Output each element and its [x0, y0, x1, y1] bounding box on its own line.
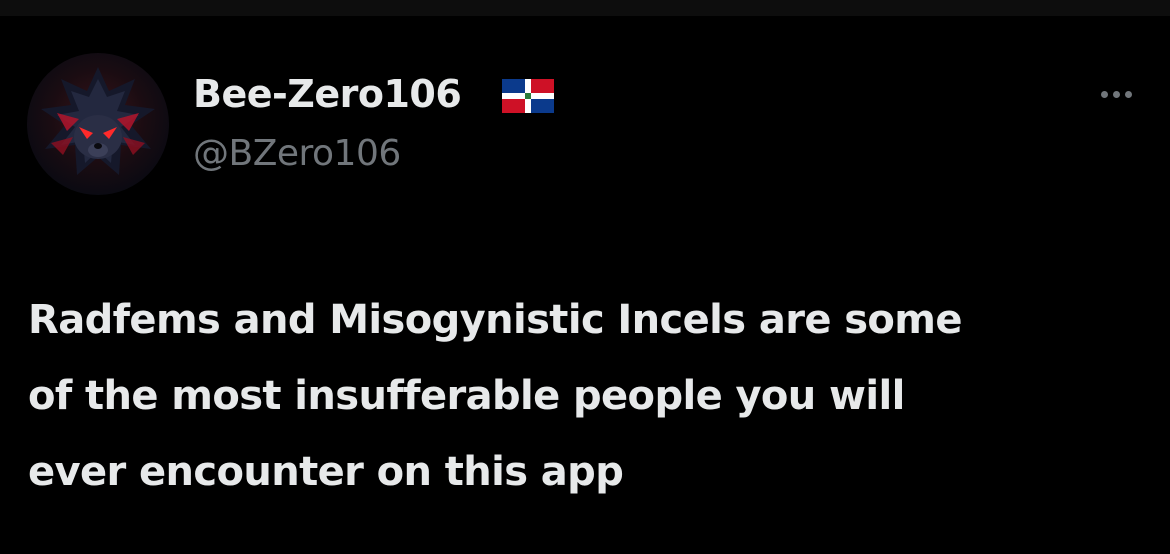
tweet-text: Radfems and Misogynistic Incels are some…: [28, 282, 1148, 510]
more-horizontal-icon: [1124, 90, 1132, 98]
more-horizontal-icon: [1100, 90, 1108, 98]
hedgehog-avatar-icon: [41, 67, 155, 175]
dominican-republic-flag-icon: [502, 79, 554, 113]
user-handle[interactable]: @BZero106: [193, 131, 401, 177]
display-name[interactable]: Bee-Zero106: [193, 70, 462, 118]
tweet-text-line: of the most insufferable people you will: [28, 373, 905, 419]
tweet-text-line: ever encounter on this app: [28, 449, 624, 495]
tweet-text-line: Radfems and Misogynistic Incels are some: [28, 297, 963, 343]
more-options-button[interactable]: [1092, 80, 1140, 108]
more-horizontal-icon: [1112, 90, 1120, 98]
top-strip: [0, 0, 1170, 16]
avatar[interactable]: [27, 53, 169, 195]
